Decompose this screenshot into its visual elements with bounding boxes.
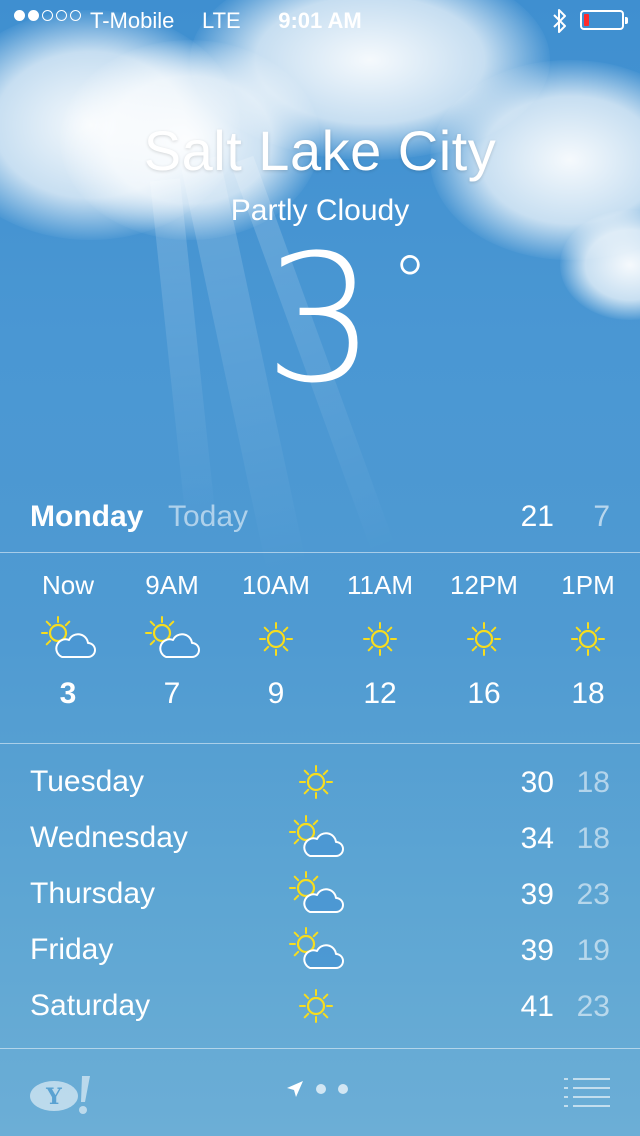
hour-label: 9AM	[145, 570, 199, 600]
day-name: Saturday	[30, 989, 151, 1022]
day-high: 39	[520, 934, 554, 967]
page-dot	[316, 1084, 326, 1094]
sun-icon	[286, 982, 346, 1030]
battery-icon	[580, 10, 628, 30]
day-low: 18	[576, 822, 610, 855]
day-low: 23	[576, 878, 610, 911]
hourly-item: 9AM 7	[120, 558, 224, 711]
day-low: 19	[576, 934, 610, 967]
today-label: Today	[168, 500, 249, 533]
status-bar: T-Mobile LTE 9:01 AM	[0, 0, 640, 40]
daily-row: Thursday 39 23	[30, 868, 610, 924]
hourly-forecast[interactable]: Now 3 9AM 7 10AM 9 11AM 12 12PM 16 1PM 18	[0, 558, 640, 738]
page-dot	[338, 1084, 348, 1094]
current-temperature: 3 °	[0, 232, 640, 408]
hour-temperature: 12	[363, 677, 397, 710]
partly-cloudy-icon	[286, 814, 346, 862]
day-high: 41	[520, 990, 554, 1023]
page-indicator[interactable]	[286, 1080, 348, 1098]
hourly-item: 12PM 16	[432, 558, 536, 711]
day-high: 30	[520, 766, 554, 799]
hourly-item: 10AM 9	[224, 558, 328, 711]
sun-icon	[286, 758, 346, 806]
temperature-value: 3	[264, 217, 376, 422]
bottom-toolbar: Y	[0, 1050, 640, 1136]
partly-cloudy-icon	[38, 615, 98, 663]
hourly-item: Now 3	[16, 558, 120, 711]
yahoo-logo-icon[interactable]: Y	[28, 1072, 94, 1116]
hour-label: 11AM	[347, 570, 413, 600]
today-day-name: Monday	[30, 500, 144, 533]
hour-temperature: 7	[163, 677, 181, 710]
hour-label: 12PM	[450, 570, 518, 600]
hourly-item: 1PM 18	[536, 558, 640, 711]
daily-row: Saturday 41 23	[30, 980, 610, 1036]
divider	[0, 743, 640, 744]
city-name: Salt Lake City	[143, 119, 497, 182]
hour-label: 10AM	[242, 570, 310, 600]
hourly-item: 11AM 12	[328, 558, 432, 711]
partly-cloudy-icon	[142, 615, 202, 663]
daily-forecast[interactable]: Tuesday 30 18 Wednesday 34 18 Thursday 39 23 Frid…	[30, 756, 610, 1036]
day-low: 18	[576, 766, 610, 799]
day-low: 23	[576, 990, 610, 1023]
sun-icon	[558, 615, 618, 663]
hour-temperature: 3	[59, 677, 77, 710]
sun-icon	[454, 615, 514, 663]
daily-row: Tuesday 30 18	[30, 756, 610, 812]
today-low: 7	[593, 500, 610, 533]
day-high: 34	[520, 822, 554, 855]
yahoo-logo-text: Y	[45, 1084, 62, 1110]
daily-row: Friday 39 19	[30, 924, 610, 980]
divider	[0, 1048, 640, 1049]
status-time: 9:01 AM	[278, 8, 362, 33]
day-high: 39	[520, 878, 554, 911]
hour-label: 1PM	[561, 570, 615, 600]
sun-icon	[350, 615, 410, 663]
partly-cloudy-icon	[286, 926, 346, 974]
location-arrow-icon	[287, 1081, 303, 1097]
daily-row: Wednesday 34 18	[30, 812, 610, 868]
day-name: Friday	[30, 933, 114, 966]
city-list-icon[interactable]	[564, 1076, 610, 1108]
day-name: Wednesday	[30, 821, 188, 854]
day-name: Thursday	[30, 877, 156, 910]
hour-temperature: 9	[267, 677, 285, 710]
bluetooth-icon	[553, 9, 566, 33]
hour-temperature: 16	[467, 677, 501, 710]
partly-cloudy-icon	[286, 870, 346, 918]
degree-symbol: °	[391, 240, 428, 324]
day-name: Tuesday	[30, 765, 144, 798]
today-summary: Monday Today 21 7	[30, 496, 610, 540]
divider	[0, 552, 640, 553]
today-high: 21	[520, 500, 554, 533]
hour-label: Now	[41, 570, 94, 600]
sun-icon	[246, 615, 306, 663]
hour-temperature: 18	[571, 677, 605, 710]
